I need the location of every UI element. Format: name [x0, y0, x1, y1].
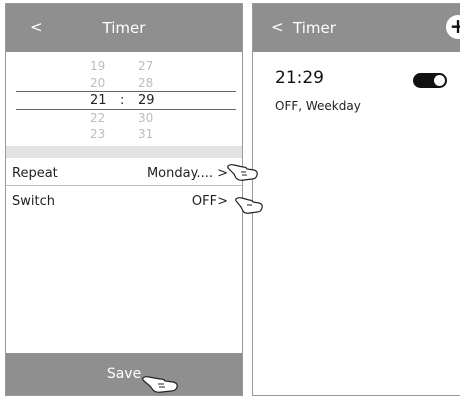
add-timer-button[interactable]: +: [446, 15, 460, 39]
picker-row[interactable]: 22 30: [6, 111, 242, 127]
hour-option[interactable]: 20: [90, 76, 105, 90]
hour-option[interactable]: 22: [90, 111, 105, 125]
page-title: Timer: [102, 19, 146, 37]
timer-time: 21:29: [275, 68, 324, 88]
pointing-hand-icon: [142, 376, 178, 393]
header: < Timer: [6, 4, 242, 52]
minute-option[interactable]: 30: [138, 111, 153, 125]
hour-option[interactable]: 23: [90, 127, 105, 141]
hour-option[interactable]: 19: [90, 59, 105, 73]
header: < Timer +: [253, 4, 460, 52]
repeat-label: Repeat: [12, 166, 58, 181]
save-button[interactable]: Save: [6, 353, 242, 395]
timer-edit-screen: < Timer 19 27 20 28 21 : 29 22 30 23 31 …: [5, 3, 243, 396]
switch-label: Switch: [12, 194, 55, 209]
picker-row[interactable]: 19 27: [6, 59, 242, 75]
back-button[interactable]: <: [271, 18, 284, 36]
time-separator: :: [120, 93, 125, 108]
toggle-knob: [434, 75, 445, 86]
pointing-hand-icon: [235, 197, 263, 214]
time-picker[interactable]: 19 27 20 28 21 : 29 22 30 23 31: [6, 59, 242, 147]
repeat-value[interactable]: Monday.... >: [147, 166, 228, 181]
section-divider: [6, 146, 242, 158]
minute-option[interactable]: 27: [138, 59, 153, 73]
pointing-hand-icon: [227, 164, 258, 181]
page-title: Timer: [293, 19, 336, 37]
selected-hour[interactable]: 21: [90, 93, 107, 108]
switch-value[interactable]: OFF>: [192, 194, 228, 209]
switch-row[interactable]: Switch OFF>: [6, 186, 242, 218]
timer-toggle[interactable]: [413, 73, 447, 88]
save-label: Save: [106, 366, 142, 382]
minute-option[interactable]: 28: [138, 76, 153, 90]
timer-list-screen: < Timer + 21:29 OFF, Weekday: [252, 3, 460, 396]
picker-row[interactable]: 23 31: [6, 127, 242, 143]
picker-selection-line: [16, 109, 236, 110]
minute-option[interactable]: 31: [138, 127, 153, 141]
timer-description: OFF, Weekday: [275, 99, 361, 113]
picker-row[interactable]: 20 28: [6, 76, 242, 92]
picker-selection-line: [16, 91, 236, 92]
picker-selected-row[interactable]: 21 : 29: [6, 93, 242, 109]
selected-minute[interactable]: 29: [138, 93, 155, 108]
